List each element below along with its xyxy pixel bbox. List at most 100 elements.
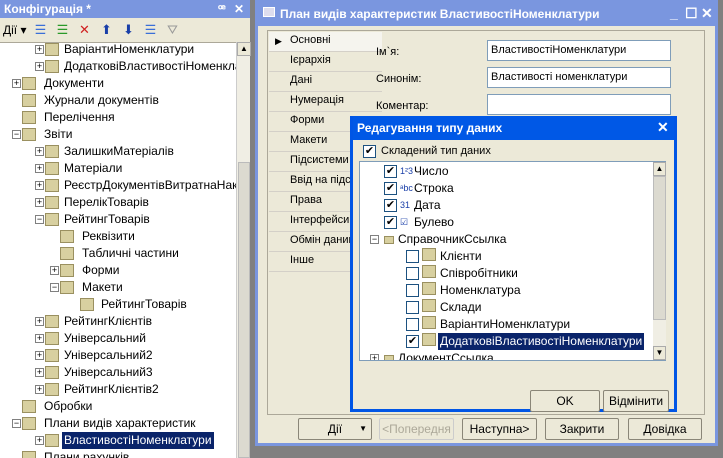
expand-icon[interactable]: + [35, 181, 44, 190]
add-icon[interactable]: ☰ [33, 23, 49, 37]
tab-item[interactable]: Нумерація [269, 92, 382, 112]
next-button[interactable]: Наступна> [462, 418, 537, 440]
tree-item[interactable]: Перелічення [0, 109, 236, 126]
minimize-button[interactable]: _ [670, 5, 678, 21]
type-item[interactable]: ✔ ᵃbc Строка [360, 180, 654, 197]
expand-icon[interactable]: + [35, 436, 44, 445]
tree-item[interactable]: + Універсальний2 [0, 347, 236, 364]
move-up-icon[interactable]: ⬆ [99, 23, 115, 37]
dialog-close-icon[interactable]: ✕ [657, 119, 669, 136]
filter-icon[interactable]: ⛛ [165, 23, 181, 37]
cancel-button[interactable]: Відмінити [603, 390, 669, 412]
composite-type-checkbox[interactable]: ✔ [363, 145, 376, 158]
expand-icon[interactable]: + [35, 317, 44, 326]
type-tree-scrollbar[interactable]: ▲ ▼ [653, 162, 666, 360]
tree-item[interactable]: РейтингТоварів [0, 296, 236, 313]
expand-icon[interactable]: + [12, 79, 21, 88]
type-item[interactable]: ✔ 31 Дата [360, 197, 654, 214]
sort-icon[interactable]: ☰ [143, 23, 159, 37]
tree-item[interactable]: Плани рахунків [0, 449, 236, 458]
close-button[interactable]: ✕ [701, 5, 713, 22]
collapse-icon[interactable]: − [35, 215, 44, 224]
expand-icon[interactable]: + [35, 45, 44, 54]
expand-icon[interactable]: + [35, 147, 44, 156]
expand-icon[interactable]: + [370, 354, 379, 360]
scroll-thumb[interactable] [653, 176, 666, 320]
type-checkbox[interactable] [406, 284, 419, 297]
comment-input[interactable] [487, 94, 671, 115]
type-checkbox[interactable]: ✔ [384, 199, 397, 212]
collapse-icon[interactable]: − [370, 235, 379, 244]
tree-item[interactable]: + Форми [0, 262, 236, 279]
tree-item[interactable]: + Матеріали [0, 160, 236, 177]
tree-item[interactable]: − Макети [0, 279, 236, 296]
scroll-up-button[interactable]: ▲ [237, 42, 251, 56]
scroll-down-button[interactable]: ▼ [653, 346, 666, 360]
tree-item[interactable]: + Універсальний [0, 330, 236, 347]
type-item[interactable]: − СправочникСсылка [360, 231, 654, 248]
tree-item[interactable]: − Звіти [0, 126, 236, 143]
collapse-icon[interactable]: − [12, 130, 21, 139]
tree-item[interactable]: Реквізити [0, 228, 236, 245]
actions-button[interactable]: Дії ▼ [298, 418, 372, 440]
tree-item[interactable]: − Плани видів характеристик [0, 415, 236, 432]
type-item[interactable]: ✔ 1²3 Число [360, 163, 654, 180]
type-checkbox[interactable]: ✔ [384, 216, 397, 229]
expand-icon[interactable]: + [35, 368, 44, 377]
type-checkbox[interactable] [406, 267, 419, 280]
tab-item[interactable]: ▶ Основні [269, 32, 382, 52]
tree-item[interactable]: + РейтингКлієнтів2 [0, 381, 236, 398]
expand-icon[interactable]: + [35, 62, 44, 71]
actions-menu[interactable]: Дії ▾ [3, 23, 27, 37]
scroll-up-button[interactable]: ▲ [653, 162, 666, 176]
tree-item[interactable]: + ВаріантиНоменклатури [0, 43, 236, 58]
tree-item[interactable]: Обробки [0, 398, 236, 415]
expand-icon[interactable]: + [50, 266, 59, 275]
type-item[interactable]: Співробітники [360, 265, 654, 282]
tree-item[interactable]: + ПерелікТоварів [0, 194, 236, 211]
type-checkbox[interactable] [406, 318, 419, 331]
tree-item[interactable]: + РеєстрДокументівВитратнаНакладна [0, 177, 236, 194]
expand-icon[interactable]: + [35, 164, 44, 173]
edit-icon[interactable]: ☰ [55, 23, 71, 37]
type-item[interactable]: Клієнти [360, 248, 654, 265]
type-checkbox[interactable] [406, 301, 419, 314]
help-button[interactable]: Довідка [628, 418, 702, 440]
move-down-icon[interactable]: ⬇ [121, 23, 137, 37]
type-item[interactable]: ✔ ДодатковіВластивостіНоменклатури [360, 333, 654, 350]
type-checkbox[interactable]: ✔ [384, 182, 397, 195]
tree-item[interactable]: + Документи [0, 75, 236, 92]
scroll-thumb[interactable] [238, 162, 250, 458]
expand-icon[interactable]: + [35, 351, 44, 360]
tree-item[interactable]: Табличні частини [0, 245, 236, 262]
type-checkbox[interactable]: ✔ [384, 165, 397, 178]
tree-item[interactable]: + ДодатковіВластивостіНоменклатури [0, 58, 236, 75]
tree-item[interactable]: Журнали документів [0, 92, 236, 109]
tree-item[interactable]: + ЗалишкиМатеріалів [0, 143, 236, 160]
tree-item[interactable]: − РейтингТоварів [0, 211, 236, 228]
tab-item[interactable]: Дані [269, 72, 382, 92]
close-icon[interactable]: ✕ [234, 2, 244, 16]
expand-icon[interactable]: + [35, 385, 44, 394]
tree-scrollbar[interactable]: ▲ [236, 42, 251, 458]
previous-button[interactable]: <Попередня [379, 418, 454, 440]
pin-icon[interactable]: ꟹ [218, 2, 226, 16]
tree-item[interactable]: + ВластивостіНоменклатури [0, 432, 236, 449]
type-item[interactable]: + ДокументСсылка [360, 350, 654, 360]
maximize-button[interactable]: ☐ [685, 5, 698, 22]
type-item[interactable]: ✔ ☑ Булево [360, 214, 654, 231]
type-item[interactable]: ВаріантиНоменклатури [360, 316, 654, 333]
collapse-icon[interactable]: − [50, 283, 59, 292]
close-form-button[interactable]: Закрити [545, 418, 619, 440]
delete-icon[interactable]: ✕ [77, 23, 93, 37]
ok-button[interactable]: OK [530, 390, 600, 412]
collapse-icon[interactable]: − [12, 419, 21, 428]
expand-icon[interactable]: + [35, 334, 44, 343]
expand-icon[interactable]: + [35, 198, 44, 207]
tab-item[interactable]: Ієрархія [269, 52, 382, 72]
type-checkbox[interactable]: ✔ [406, 335, 419, 348]
tree-item[interactable]: + РейтингКлієнтів [0, 313, 236, 330]
tree-item[interactable]: + Універсальний3 [0, 364, 236, 381]
name-input[interactable]: ВластивостіНоменклатури [487, 40, 671, 61]
type-item[interactable]: Склади [360, 299, 654, 316]
